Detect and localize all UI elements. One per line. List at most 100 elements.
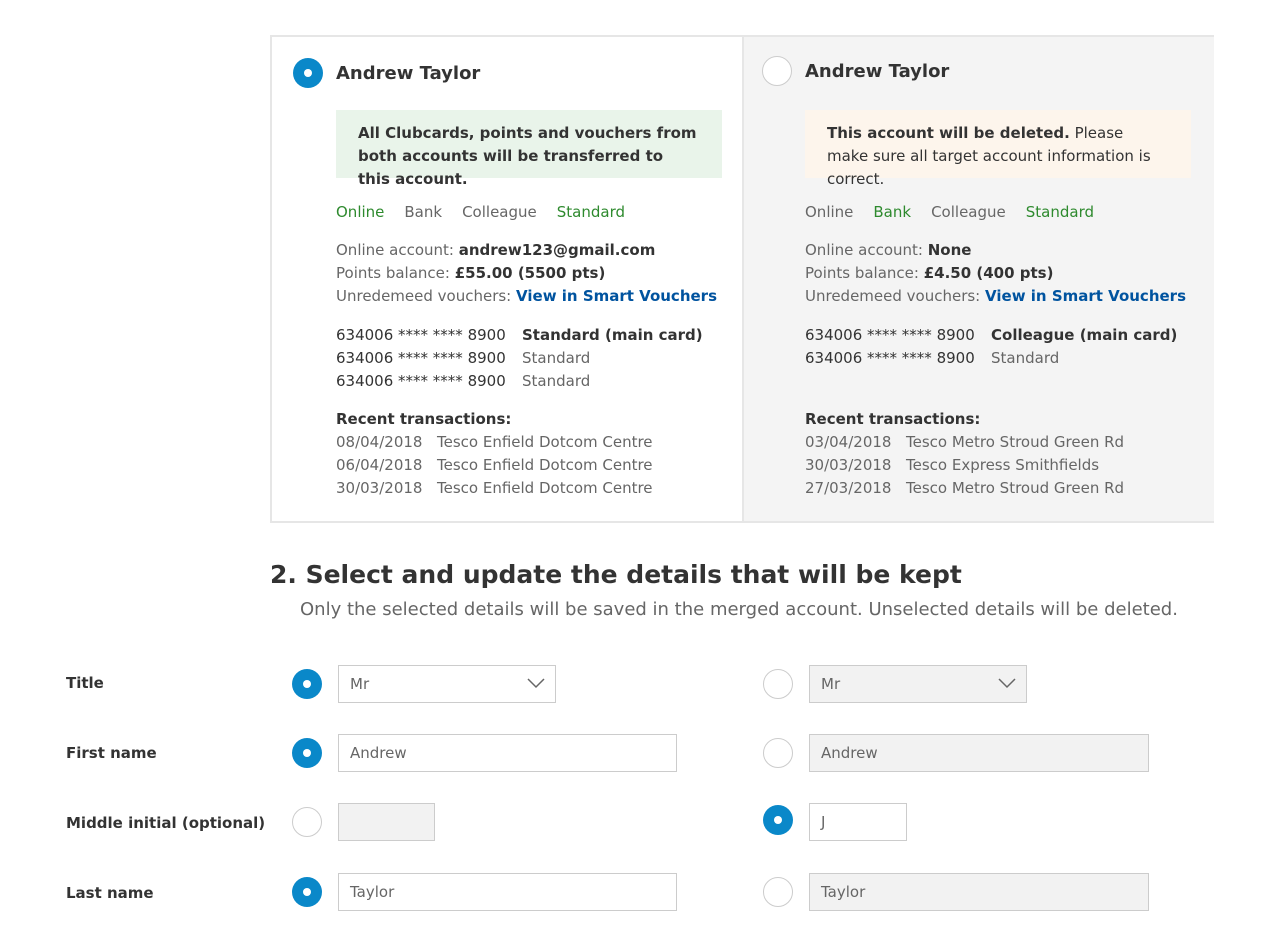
transaction-row: 30/03/2018 Tesco Enfield Dotcom Centre	[336, 477, 653, 500]
title-left-radio[interactable]	[292, 669, 322, 699]
card-type: Standard	[522, 349, 591, 367]
account-panel-primary[interactable]: Andrew Taylor All Clubcards, points and …	[272, 37, 742, 521]
title-right-radio[interactable]	[763, 669, 793, 699]
points-value: £4.50 (400 pts)	[923, 264, 1054, 282]
warning-bold-text: This account will be deleted.	[827, 124, 1070, 142]
first-name-label: First name	[66, 744, 157, 762]
vouchers-row: Unredemeed vouchers: View in Smart Vouch…	[336, 285, 717, 308]
section-heading: 2. Select and update the details that wi…	[270, 560, 962, 589]
transactions-heading: Recent transactions:	[805, 410, 981, 428]
last-name-input-left[interactable]: Taylor	[338, 873, 677, 911]
online-account-value: andrew123@gmail.com	[458, 241, 656, 259]
tag-colleague: Colleague	[462, 203, 537, 221]
clubcard-row: 634006 **** **** 8900 Standard (main card…	[336, 324, 703, 347]
middle-initial-input-right[interactable]: J	[809, 803, 907, 841]
transaction-row: 30/03/2018 Tesco Express Smithfields	[805, 454, 1124, 477]
transaction-row: 03/04/2018 Tesco Metro Stroud Green Rd	[805, 431, 1124, 454]
transaction-date: 06/04/2018	[336, 456, 423, 474]
card-type: Standard	[522, 372, 591, 390]
middle-initial-left-radio[interactable]	[292, 807, 322, 837]
transaction-store: Tesco Enfield Dotcom Centre	[437, 433, 653, 451]
title-label: Title	[66, 674, 104, 692]
points-row: Points balance: £4.50 (400 pts)	[805, 262, 1186, 285]
transactions-heading: Recent transactions:	[336, 410, 512, 428]
card-number: 634006 **** **** 8900	[336, 372, 506, 390]
transaction-store: Tesco Enfield Dotcom Centre	[437, 479, 653, 497]
card-type: Standard (main card)	[522, 326, 703, 344]
online-account-value: None	[927, 241, 972, 259]
transaction-date: 27/03/2018	[805, 479, 892, 497]
title-select-left[interactable]: Mr	[338, 665, 556, 703]
clubcard-list: 634006 **** **** 8900 Standard (main card…	[336, 324, 703, 393]
first-name-input-right[interactable]: Andrew	[809, 734, 1149, 772]
card-number: 634006 **** **** 8900	[805, 326, 975, 344]
card-number: 634006 **** **** 8900	[805, 349, 975, 367]
transaction-store: Tesco Enfield Dotcom Centre	[437, 456, 653, 474]
smart-vouchers-link[interactable]: View in Smart Vouchers	[985, 287, 1186, 305]
transaction-store: Tesco Metro Stroud Green Rd	[906, 433, 1125, 451]
transaction-row: 27/03/2018 Tesco Metro Stroud Green Rd	[805, 477, 1124, 500]
points-value: £55.00 (5500 pts)	[454, 264, 606, 282]
card-number: 634006 **** **** 8900	[336, 349, 506, 367]
delete-warning-notice: This account will be deleted. Please mak…	[805, 110, 1191, 188]
notice-text: All Clubcards, points and vouchers from …	[358, 124, 697, 188]
vouchers-label: Unredemeed vouchers:	[805, 287, 981, 305]
tag-online: Online	[336, 203, 385, 221]
last-name-input-right[interactable]: Taylor	[809, 873, 1149, 911]
middle-initial-label: Middle initial (optional)	[66, 814, 266, 832]
last-name-label: Last name	[66, 884, 154, 902]
title-select-right[interactable]: Mr	[809, 665, 1027, 703]
account-name: Andrew Taylor	[805, 61, 950, 82]
online-account-label: Online account:	[805, 241, 923, 259]
online-account-row: Online account: None	[805, 239, 1186, 262]
middle-initial-right-radio[interactable]	[763, 805, 793, 835]
transaction-date: 03/04/2018	[805, 433, 892, 451]
transaction-date: 30/03/2018	[336, 479, 423, 497]
card-type: Standard	[991, 349, 1060, 367]
card-type: Colleague (main card)	[991, 326, 1178, 344]
points-row: Points balance: £55.00 (5500 pts)	[336, 262, 717, 285]
first-name-right-radio[interactable]	[763, 738, 793, 768]
smart-vouchers-link[interactable]: View in Smart Vouchers	[516, 287, 717, 305]
account-tags: Online Bank Colleague Standard	[805, 203, 1114, 221]
tag-standard: Standard	[556, 203, 625, 221]
transaction-date: 30/03/2018	[805, 456, 892, 474]
account-name: Andrew Taylor	[336, 63, 481, 84]
section-subheading: Only the selected details will be saved …	[300, 599, 1178, 620]
clubcard-row: 634006 **** **** 8900 Standard	[336, 370, 703, 393]
tag-online: Online	[805, 203, 854, 221]
account-primary-radio[interactable]	[293, 58, 323, 88]
recent-transactions: Recent transactions: 08/04/2018 Tesco Enf…	[336, 408, 653, 500]
clubcard-row: 634006 **** **** 8900 Colleague (main car…	[805, 324, 1177, 347]
transaction-store: Tesco Metro Stroud Green Rd	[906, 479, 1125, 497]
title-select-value: Mr	[350, 675, 370, 693]
tag-standard: Standard	[1025, 203, 1094, 221]
chevron-down-icon	[998, 678, 1016, 689]
points-label: Points balance:	[336, 264, 450, 282]
account-secondary-radio[interactable]	[762, 56, 792, 86]
tag-bank: Bank	[404, 203, 443, 221]
transaction-row: 08/04/2018 Tesco Enfield Dotcom Centre	[336, 431, 653, 454]
title-select-value: Mr	[821, 675, 841, 693]
first-name-input-left[interactable]: Andrew	[338, 734, 677, 772]
transaction-date: 08/04/2018	[336, 433, 423, 451]
account-tags: Online Bank Colleague Standard	[336, 203, 645, 221]
last-name-right-radio[interactable]	[763, 877, 793, 907]
clubcard-list: 634006 **** **** 8900 Colleague (main car…	[805, 324, 1177, 370]
account-comparison: Andrew Taylor All Clubcards, points and …	[270, 35, 1214, 523]
online-account-label: Online account:	[336, 241, 454, 259]
middle-initial-input-left[interactable]	[338, 803, 435, 841]
recent-transactions: Recent transactions: 03/04/2018 Tesco Met…	[805, 408, 1124, 500]
vouchers-row: Unredemeed vouchers: View in Smart Vouch…	[805, 285, 1186, 308]
transaction-row: 06/04/2018 Tesco Enfield Dotcom Centre	[336, 454, 653, 477]
tag-colleague: Colleague	[931, 203, 1006, 221]
first-name-left-radio[interactable]	[292, 738, 322, 768]
account-panel-secondary[interactable]: Andrew Taylor This account will be delet…	[742, 37, 1214, 521]
clubcard-row: 634006 **** **** 8900 Standard	[336, 347, 703, 370]
vouchers-label: Unredemeed vouchers:	[336, 287, 512, 305]
transaction-store: Tesco Express Smithfields	[906, 456, 1100, 474]
online-account-row: Online account: andrew123@gmail.com	[336, 239, 717, 262]
chevron-down-icon	[527, 678, 545, 689]
last-name-left-radio[interactable]	[292, 877, 322, 907]
points-label: Points balance:	[805, 264, 919, 282]
